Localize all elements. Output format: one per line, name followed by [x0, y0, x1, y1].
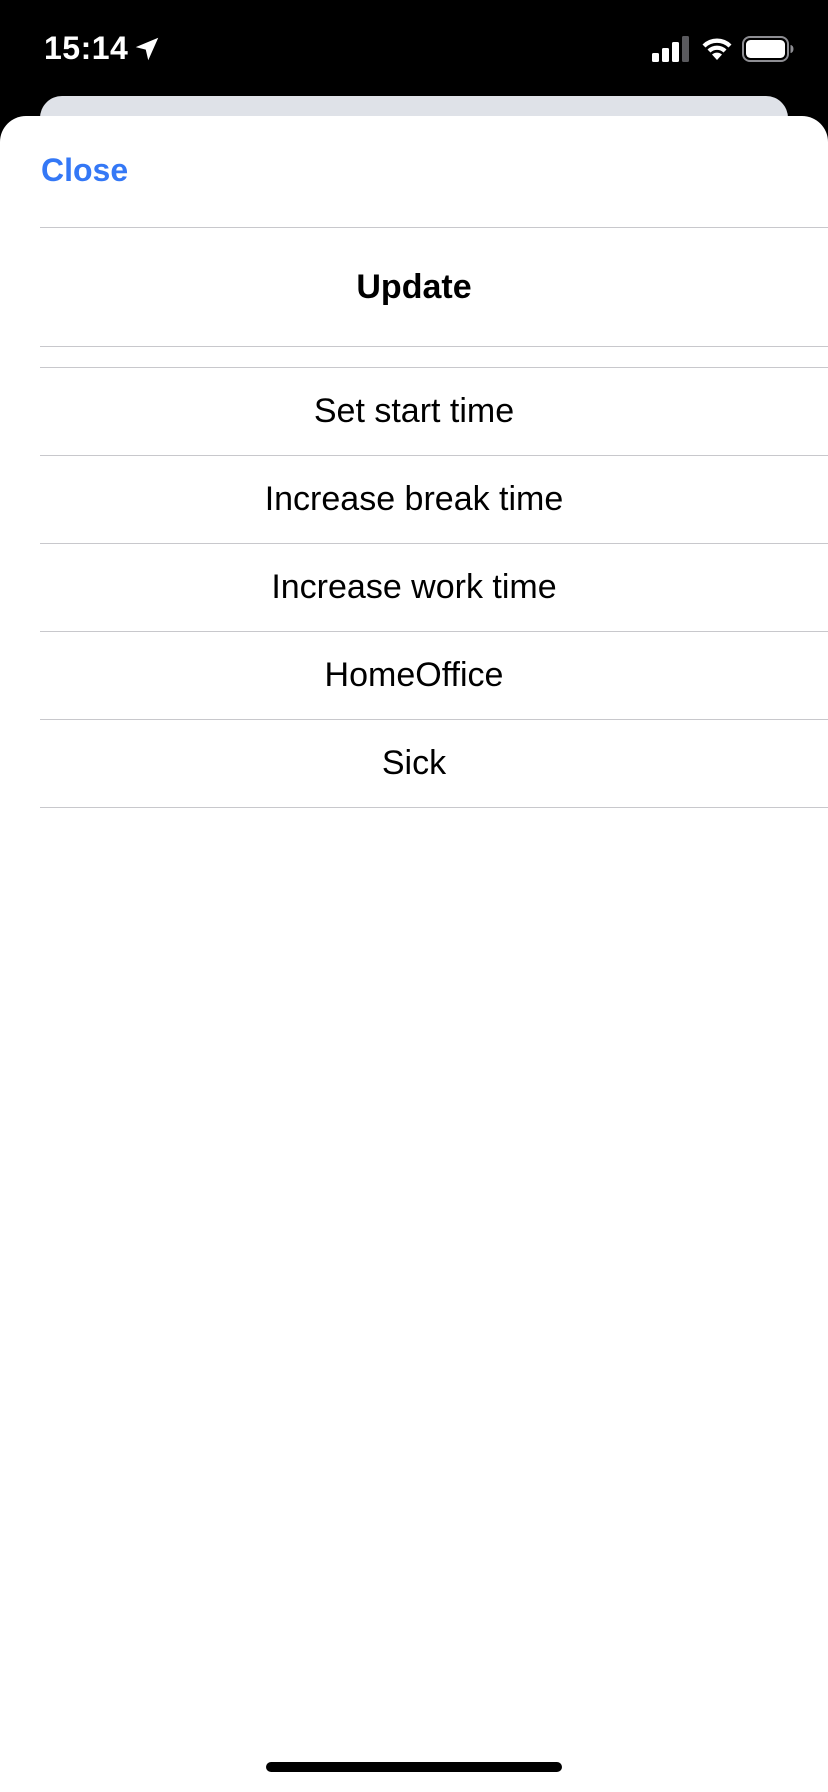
- option-increase-break-time[interactable]: Increase break time: [40, 456, 828, 544]
- option-set-start-time[interactable]: Set start time: [40, 367, 828, 456]
- option-increase-work-time[interactable]: Increase work time: [40, 544, 828, 632]
- cellular-signal-icon: [652, 36, 689, 62]
- sheet-title: Update: [356, 268, 472, 306]
- battery-icon: [742, 36, 794, 62]
- header-divider: [40, 227, 828, 228]
- close-button[interactable]: Close: [41, 152, 128, 189]
- option-homeoffice[interactable]: HomeOffice: [40, 632, 828, 720]
- wifi-icon: [702, 38, 732, 60]
- status-bar: 15:14: [0, 0, 828, 96]
- status-time: 15:14: [44, 30, 129, 66]
- update-sheet: Close Update Set start time Increase bre…: [0, 116, 828, 1792]
- option-sick[interactable]: Sick: [40, 720, 828, 808]
- home-indicator[interactable]: [266, 1762, 562, 1772]
- screen: 15:14 Close Update Set start time Increa…: [0, 0, 828, 1792]
- location-arrow-icon: [135, 37, 159, 61]
- title-divider: [40, 346, 828, 347]
- options-list: Set start time Increase break time Incre…: [40, 367, 828, 808]
